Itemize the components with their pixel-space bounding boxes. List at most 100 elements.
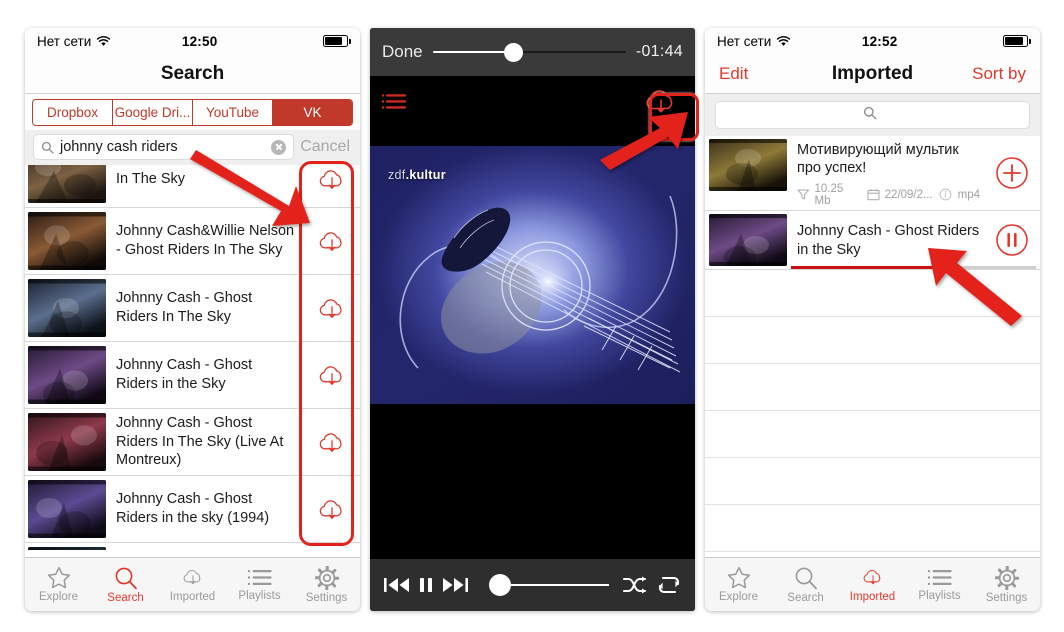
star-icon xyxy=(47,566,71,589)
wifi-icon xyxy=(96,35,111,47)
pause-button[interactable] xyxy=(419,576,433,594)
result-download-button[interactable] xyxy=(304,476,360,542)
nav-bar: Search xyxy=(25,54,360,94)
search-result-row[interactable]: Johnny Cash&Willie Nelson - Ghost Riders… xyxy=(25,208,360,275)
clear-icon[interactable] xyxy=(271,139,287,155)
video-watermark: zdf.kultur xyxy=(388,168,446,182)
phone-panel-player: Done -01:44 zdf.kultur xyxy=(370,28,695,611)
item-info[interactable] xyxy=(939,188,952,201)
result-title: Johnny Cash & Willie Nelson - Ghost Ride… xyxy=(106,543,304,550)
search-icon xyxy=(863,106,877,125)
item-title: Мотивирующий мультик про успех! xyxy=(797,142,959,177)
segment-vk[interactable]: VK xyxy=(273,100,352,125)
nav-bar: Edit Imported Sort by xyxy=(705,54,1040,94)
tab-label: Playlists xyxy=(918,589,961,602)
result-download-button[interactable] xyxy=(304,275,360,341)
tab-label: Search xyxy=(107,591,144,604)
tab-search[interactable]: Search xyxy=(92,566,159,604)
cancel-button[interactable]: Cancel xyxy=(300,138,352,156)
search-icon xyxy=(794,566,818,590)
scrubber-knob[interactable] xyxy=(504,42,524,62)
search-result-row[interactable]: Johnny Cash - Ghost Riders in the Sky xyxy=(25,342,360,409)
item-thumbnail xyxy=(709,139,787,191)
result-download-button[interactable] xyxy=(304,208,360,274)
imported-list-item[interactable]: Johnny Cash - Ghost Riders in the Sky xyxy=(705,210,1040,270)
item-metadata: 10.25 Mb 22/09/2... mp4 xyxy=(797,183,980,207)
status-bar: Нет сети 12:52 xyxy=(705,28,1040,54)
segment-google-drive[interactable]: Google Dri... xyxy=(113,100,193,125)
search-result-row[interactable]: Johnny Cash & Willie Nelson - Ghost Ride… xyxy=(25,543,360,550)
scrubber-fill xyxy=(432,51,514,53)
search-results-list[interactable]: In The Sky Johnny Cash&Willie Nelson - G… xyxy=(25,165,360,550)
sort-by-button[interactable]: Sort by xyxy=(968,64,1026,84)
result-thumbnail xyxy=(28,547,106,550)
search-bar-row: johnny cash riders Cancel xyxy=(25,130,360,165)
playlist-icon[interactable] xyxy=(382,92,408,117)
imported-search-input[interactable] xyxy=(715,101,1030,129)
phone-panel-imported: Нет сети 12:52 Edit Imported Sort by Мот… xyxy=(705,28,1040,611)
tab-imported[interactable]: Imported xyxy=(159,566,226,603)
tab-bar[interactable]: Explore Search Imported Playlists Settings xyxy=(25,557,360,611)
search-input-value: johnny cash riders xyxy=(60,139,178,155)
item-action-button[interactable] xyxy=(984,211,1040,269)
segment-youtube[interactable]: YouTube xyxy=(193,100,273,125)
tab-explore[interactable]: Explore xyxy=(25,566,92,603)
playback-scrubber[interactable] xyxy=(432,42,626,62)
player-download-button[interactable] xyxy=(641,84,681,123)
edit-button[interactable]: Edit xyxy=(719,64,777,84)
status-carrier-group: Нет сети xyxy=(717,34,791,49)
result-thumbnail xyxy=(28,346,106,404)
previous-button[interactable] xyxy=(384,576,410,594)
phone-panel-search: Нет сети 12:50 Search Dropbox Google Dri… xyxy=(25,28,360,611)
cloud-download-icon xyxy=(860,566,886,588)
result-title: Johnny Cash - Ghost Riders In The Sky xyxy=(116,290,253,325)
search-input[interactable]: johnny cash riders xyxy=(33,134,295,160)
empty-list-row xyxy=(705,363,1040,411)
volume-track xyxy=(507,584,609,586)
result-download-button[interactable] xyxy=(304,342,360,408)
done-button[interactable]: Done xyxy=(382,42,423,62)
player-transport-bar xyxy=(370,559,695,611)
video-frame[interactable]: zdf.kultur xyxy=(370,136,695,421)
source-segmented-control-wrap: Dropbox Google Dri... YouTube VK xyxy=(25,94,360,130)
result-download-button[interactable] xyxy=(304,409,360,475)
tab-playlists[interactable]: Playlists xyxy=(906,568,973,602)
download-progress-bar xyxy=(791,266,1036,269)
tab-search[interactable]: Search xyxy=(772,566,839,604)
search-result-row[interactable]: Johnny Cash - Ghost Riders In The Sky xyxy=(25,275,360,342)
search-result-row[interactable]: In The Sky xyxy=(25,165,360,208)
player-top-bar: Done -01:44 xyxy=(370,28,695,76)
tab-settings[interactable]: Settings xyxy=(973,565,1040,604)
shuffle-icon[interactable] xyxy=(622,575,648,595)
search-result-row[interactable]: Johnny Cash - Ghost Riders In The Sky (L… xyxy=(25,409,360,476)
tab-playlists[interactable]: Playlists xyxy=(226,568,293,602)
search-result-row[interactable]: Johnny Cash - Ghost Riders in the sky (1… xyxy=(25,476,360,543)
empty-list-row xyxy=(705,316,1040,364)
imported-list-item[interactable]: Мотивирующий мультик про успех! 10.25 Mb… xyxy=(705,136,1040,211)
carrier-label: Нет сети xyxy=(717,33,772,49)
list-icon xyxy=(927,568,952,588)
status-carrier-group: Нет сети xyxy=(37,34,111,49)
next-button[interactable] xyxy=(442,576,468,594)
tab-label: Explore xyxy=(39,591,78,603)
tab-settings[interactable]: Settings xyxy=(293,565,360,604)
result-title: Johnny Cash - Ghost Riders in the sky (1… xyxy=(116,491,270,526)
item-date: 22/09/2... xyxy=(867,188,933,201)
result-download-button[interactable] xyxy=(304,165,360,207)
volume-slider[interactable] xyxy=(481,574,609,596)
gear-icon xyxy=(994,565,1019,590)
imported-list[interactable]: Мотивирующий мультик про успех! 10.25 Mb… xyxy=(705,136,1040,552)
volume-knob[interactable] xyxy=(489,574,511,596)
item-action-button[interactable] xyxy=(984,136,1040,210)
tab-explore[interactable]: Explore xyxy=(705,566,772,603)
status-bar: Нет сети 12:50 xyxy=(25,28,360,54)
segment-dropbox[interactable]: Dropbox xyxy=(33,100,113,125)
source-segmented-control[interactable]: Dropbox Google Dri... YouTube VK xyxy=(32,99,353,126)
tab-bar[interactable]: Explore Search Imported Playlists Settings xyxy=(705,557,1040,611)
tab-label: Settings xyxy=(305,591,348,604)
tab-imported[interactable]: Imported xyxy=(839,566,906,603)
repeat-icon[interactable] xyxy=(657,574,681,596)
empty-list-row xyxy=(705,457,1040,505)
screenshot-stage: Нет сети 12:50 Search Dropbox Google Dri… xyxy=(0,0,1064,632)
result-download-button[interactable] xyxy=(304,543,360,550)
